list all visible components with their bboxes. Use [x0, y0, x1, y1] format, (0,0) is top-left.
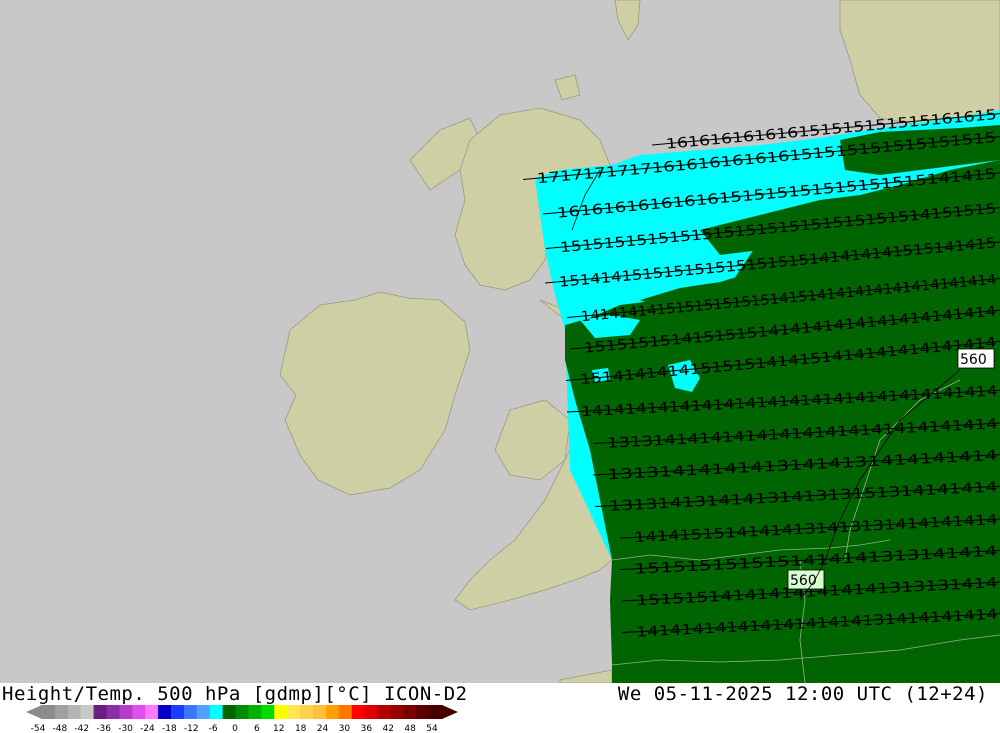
legend-tick-label: -18	[162, 724, 177, 733]
legend-swatch	[42, 705, 56, 719]
legend-swatch	[403, 705, 417, 719]
legend-tick-label: -36	[96, 724, 111, 733]
legend-swatch	[209, 705, 224, 719]
legend-arrow-right	[442, 705, 458, 719]
legend-swatch	[80, 705, 95, 719]
legend-swatch	[416, 705, 430, 719]
legend-swatch	[235, 705, 249, 719]
legend-swatch	[261, 705, 275, 719]
legend-swatches	[26, 705, 458, 719]
legend-swatch	[158, 705, 172, 719]
legend-swatch	[325, 705, 340, 719]
legend-swatch	[429, 705, 443, 719]
legend-tick-label: -6	[209, 724, 218, 733]
legend-tick-label: -24	[140, 724, 155, 733]
legend-tick-label: -42	[74, 724, 89, 733]
legend-tick-label: 36	[361, 724, 373, 733]
legend-swatch	[67, 705, 82, 719]
legend-swatch	[54, 705, 69, 719]
legend-swatch	[171, 705, 185, 719]
legend-swatch	[183, 705, 198, 719]
isohypse-label-text: 560	[960, 352, 987, 368]
legend-tick-label: 48	[404, 724, 416, 733]
legend-swatch	[145, 705, 159, 719]
legend-tick-label: -54	[31, 724, 46, 733]
isohypse-label-1: 560	[957, 348, 995, 369]
legend-swatch	[93, 705, 108, 719]
map-title: Height/Temp. 500 hPa [gdmp][°C] ICON-D2	[2, 683, 468, 705]
legend-tick-label: 6	[254, 724, 260, 733]
legend-tick-label: -48	[53, 724, 68, 733]
legend-swatch	[222, 705, 237, 719]
legend-swatch	[351, 705, 366, 719]
legend-tick-label: 42	[382, 724, 393, 733]
legend-tick-label: 24	[317, 724, 329, 733]
legend-tick-label: -12	[184, 724, 199, 733]
map-datetime: We 05-11-2025 12:00 UTC (12+24)	[617, 683, 988, 705]
legend-swatch	[390, 705, 404, 719]
legend-swatch	[196, 705, 211, 719]
legend-swatch	[106, 705, 120, 719]
legend-tick-label: 12	[273, 724, 284, 733]
legend-swatch	[377, 705, 391, 719]
legend-tick-label: 54	[426, 724, 438, 733]
legend-tick-label: 18	[295, 724, 307, 733]
legend-arrow-left	[26, 705, 42, 719]
legend-swatch	[248, 705, 262, 719]
legend-swatch	[287, 705, 301, 719]
legend-tick-label: 0	[232, 724, 238, 733]
isohypse-label-text: 560	[790, 573, 817, 589]
legend-swatch	[274, 705, 288, 719]
legend-swatch	[300, 705, 314, 719]
color-legend: -54 -48 -42 -36 -30 -24 -18 -12 -6 0 6 12 18 24 30 36 42…	[26, 705, 458, 733]
legend-ticks: -54 -48 -42 -36 -30 -24 -18 -12 -6 0 6 12 18 24 30 36 42…	[31, 724, 438, 733]
legend-swatch	[119, 705, 133, 719]
legend-tick-label: -30	[118, 724, 133, 733]
legend-tick-label: 30	[339, 724, 351, 733]
legend-swatch	[312, 705, 327, 719]
weather-map: 1616161616161515151515151616151717171717…	[0, 0, 1000, 683]
legend-swatch	[132, 705, 146, 719]
legend-swatch	[364, 705, 378, 719]
legend-swatch	[338, 705, 353, 719]
footer-bar: Height/Temp. 500 hPa [gdmp][°C] ICON-D2 …	[0, 683, 1000, 733]
